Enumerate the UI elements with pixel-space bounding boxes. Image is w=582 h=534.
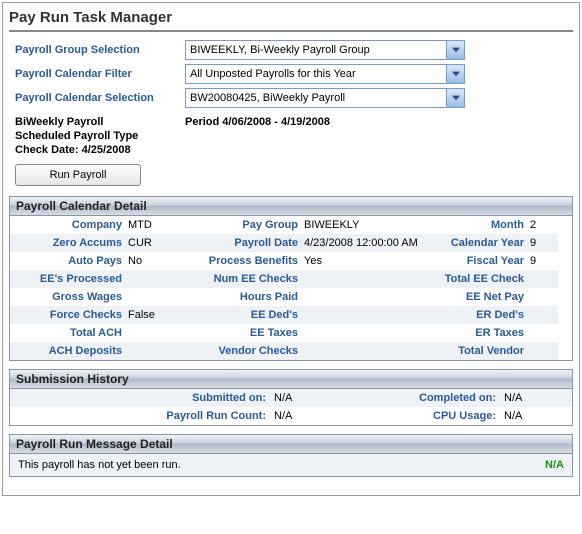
- detail-label[interactable]: Calendar Year: [432, 234, 528, 252]
- run-count-label: Payroll Run Count:: [10, 407, 270, 425]
- run-payroll-button[interactable]: Run Payroll: [15, 164, 141, 186]
- period: Period 4/06/2008 - 4/19/2008: [185, 116, 330, 128]
- detail-label[interactable]: Hours Paid: [178, 288, 302, 306]
- detail-label[interactable]: Auto Pays: [10, 252, 126, 270]
- detail-value: [528, 324, 558, 342]
- detail-label[interactable]: ACH Deposits: [10, 342, 126, 360]
- detail-label[interactable]: Pay Group: [178, 216, 302, 234]
- detail-value: [528, 306, 558, 324]
- detail-label[interactable]: Gross Wages: [10, 288, 126, 306]
- section-header: Submission History: [10, 370, 572, 389]
- payroll-name: BiWeekly Payroll: [15, 116, 185, 128]
- submitted-on-value: N/A: [270, 389, 330, 407]
- payroll-group-label: Payroll Group Selection: [15, 44, 185, 56]
- detail-label[interactable]: Total EE Check: [432, 270, 528, 288]
- message-text: This payroll has not yet been run.: [18, 459, 181, 471]
- detail-label[interactable]: EE's Processed: [10, 270, 126, 288]
- completed-on-label: Completed on:: [330, 389, 500, 407]
- detail-value: BIWEEKLY: [302, 216, 432, 234]
- completed-on-value: N/A: [500, 389, 556, 407]
- section-header: Payroll Run Message Detail: [10, 435, 572, 454]
- detail-value: [126, 342, 178, 360]
- detail-value: 4/23/2008 12:00:00 AM: [302, 234, 432, 252]
- detail-label[interactable]: Company: [10, 216, 126, 234]
- detail-value: CUR: [126, 234, 178, 252]
- cpu-usage-value: N/A: [500, 407, 556, 425]
- detail-value: [528, 288, 558, 306]
- chevron-down-icon[interactable]: [446, 41, 464, 59]
- detail-value: 9: [528, 252, 558, 270]
- payroll-run-message-section: Payroll Run Message Detail This payroll …: [9, 434, 573, 477]
- detail-value: 9: [528, 234, 558, 252]
- detail-value: 2: [528, 216, 558, 234]
- detail-label[interactable]: Total Vendor: [432, 342, 528, 360]
- check-date: Check Date: 4/25/2008: [15, 144, 185, 156]
- section-header: Payroll Calendar Detail: [10, 197, 572, 216]
- detail-value: [528, 342, 558, 360]
- payroll-group-value: BIWEEKLY, Bi-Weekly Payroll Group: [190, 44, 370, 56]
- calendar-selection-label: Payroll Calendar Selection: [15, 92, 185, 104]
- detail-label[interactable]: Month: [432, 216, 528, 234]
- detail-value: [126, 288, 178, 306]
- detail-label[interactable]: Num EE Checks: [178, 270, 302, 288]
- calendar-filter-select[interactable]: All Unposted Payrolls for this Year: [185, 64, 465, 84]
- detail-value: [126, 270, 178, 288]
- message-status: N/A: [545, 459, 564, 471]
- detail-label[interactable]: Payroll Date: [178, 234, 302, 252]
- chevron-down-icon[interactable]: [446, 65, 464, 83]
- detail-value: MTD: [126, 216, 178, 234]
- detail-value: [302, 288, 432, 306]
- submission-history-section: Submission History Submitted on: N/A Com…: [9, 369, 573, 426]
- detail-value: Yes: [302, 252, 432, 270]
- run-count-value: N/A: [270, 407, 330, 425]
- submitted-on-label: Submitted on:: [10, 389, 270, 407]
- calendar-filter-label: Payroll Calendar Filter: [15, 68, 185, 80]
- detail-label[interactable]: Force Checks: [10, 306, 126, 324]
- detail-value: [528, 270, 558, 288]
- detail-label[interactable]: Process Benefits: [178, 252, 302, 270]
- detail-value: [302, 342, 432, 360]
- scheduled-type: Scheduled Payroll Type: [15, 130, 185, 142]
- calendar-selection-value: BW20080425, BiWeekly Payroll: [190, 92, 345, 104]
- detail-label[interactable]: Vendor Checks: [178, 342, 302, 360]
- detail-value: No: [126, 252, 178, 270]
- detail-label[interactable]: Total ACH: [10, 324, 126, 342]
- calendar-filter-value: All Unposted Payrolls for this Year: [190, 68, 356, 80]
- detail-label[interactable]: ER Ded's: [432, 306, 528, 324]
- detail-value: False: [126, 306, 178, 324]
- payroll-calendar-detail-section: Payroll Calendar Detail CompanyMTDPay Gr…: [9, 196, 573, 361]
- detail-value: [126, 324, 178, 342]
- detail-label[interactable]: ER Taxes: [432, 324, 528, 342]
- detail-label[interactable]: Fiscal Year: [432, 252, 528, 270]
- cpu-usage-label: CPU Usage:: [330, 407, 500, 425]
- detail-label[interactable]: EE Net Pay: [432, 288, 528, 306]
- detail-value: [302, 306, 432, 324]
- detail-label[interactable]: EE Taxes: [178, 324, 302, 342]
- detail-value: [302, 270, 432, 288]
- page-title: Pay Run Task Manager: [9, 7, 573, 32]
- chevron-down-icon[interactable]: [446, 89, 464, 107]
- detail-label[interactable]: EE Ded's: [178, 306, 302, 324]
- detail-label[interactable]: Zero Accums: [10, 234, 126, 252]
- calendar-selection-select[interactable]: BW20080425, BiWeekly Payroll: [185, 88, 465, 108]
- detail-value: [302, 324, 432, 342]
- payroll-group-select[interactable]: BIWEEKLY, Bi-Weekly Payroll Group: [185, 40, 465, 60]
